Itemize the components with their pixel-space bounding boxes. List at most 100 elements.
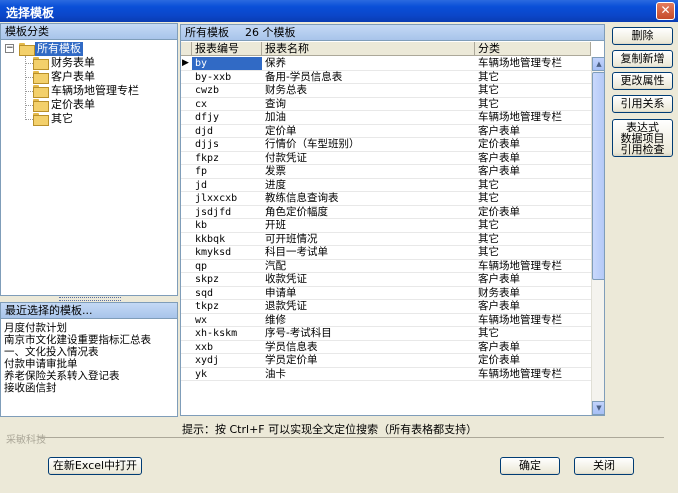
cell-category[interactable]: 客户表单: [475, 125, 591, 138]
cell-name[interactable]: 进度: [262, 179, 475, 192]
cell-category[interactable]: 车辆场地管理专栏: [475, 260, 591, 273]
expression-reference-check-button[interactable]: 表达式 数据项目 引用检查: [612, 119, 673, 157]
table-row[interactable]: djjs 行情价（车型班别） 定价表单: [181, 138, 591, 152]
cell-category[interactable]: 其它: [475, 98, 591, 111]
column-header-code[interactable]: 报表编号: [192, 42, 262, 56]
cell-category[interactable]: 其它: [475, 327, 591, 340]
cell-code[interactable]: tkpz: [192, 300, 262, 313]
cell-name[interactable]: 申请单: [262, 287, 475, 300]
cell-code[interactable]: dfjy: [192, 111, 262, 124]
table-row[interactable]: dfjy 加油 车辆场地管理专栏: [181, 111, 591, 125]
cell-category[interactable]: 其它: [475, 179, 591, 192]
cell-category[interactable]: 客户表单: [475, 273, 591, 286]
cell-name[interactable]: 油卡: [262, 368, 475, 381]
table-row[interactable]: cx 查询 其它: [181, 98, 591, 111]
tree-item-category[interactable]: 定价表单: [1, 98, 177, 112]
table-row[interactable]: qp 汽配 车辆场地管理专栏: [181, 260, 591, 273]
cell-code[interactable]: djd: [192, 125, 262, 138]
tree-item-category[interactable]: 车辆场地管理专栏: [1, 84, 177, 98]
cell-code[interactable]: qp: [192, 260, 262, 273]
scroll-up-icon[interactable]: ▲: [592, 57, 604, 71]
cell-name[interactable]: 教练信息查询表: [262, 192, 475, 205]
table-row[interactable]: kmyksd 科目一考试单 其它: [181, 246, 591, 260]
table-row[interactable]: fkpz 付款凭证 客户表单: [181, 152, 591, 165]
cell-code[interactable]: kmyksd: [192, 246, 262, 259]
cell-name[interactable]: 加油: [262, 111, 475, 124]
reference-relation-button[interactable]: 引用关系: [612, 95, 673, 113]
open-in-excel-button[interactable]: 在新Excel中打开: [48, 457, 142, 475]
tree-item-category[interactable]: 其它: [1, 112, 177, 126]
cell-name[interactable]: 学员信息表: [262, 341, 475, 354]
cell-name[interactable]: 付款凭证: [262, 152, 475, 165]
cell-category[interactable]: 车辆场地管理专栏: [475, 57, 591, 70]
cell-name[interactable]: 开班: [262, 219, 475, 232]
change-properties-button[interactable]: 更改属性: [612, 72, 673, 90]
column-header-name[interactable]: 报表名称: [262, 42, 475, 56]
close-button[interactable]: 关闭: [574, 457, 634, 475]
cell-code[interactable]: cwzb: [192, 84, 262, 97]
cell-code[interactable]: by-xxb: [192, 71, 262, 84]
cell-name[interactable]: 可开班情况: [262, 233, 475, 246]
ok-button[interactable]: 确定: [500, 457, 560, 475]
cell-category[interactable]: 其它: [475, 233, 591, 246]
cell-category[interactable]: 定价表单: [475, 354, 591, 367]
cell-code[interactable]: jlxxcxb: [192, 192, 262, 205]
cell-name[interactable]: 备用-学员信息表: [262, 71, 475, 84]
cell-name[interactable]: 科目一考试单: [262, 246, 475, 259]
cell-code[interactable]: xydj: [192, 354, 262, 367]
table-row[interactable]: tkpz 退款凭证 客户表单: [181, 300, 591, 314]
cell-code[interactable]: xh-kskm: [192, 327, 262, 340]
cell-category[interactable]: 车辆场地管理专栏: [475, 314, 591, 327]
cell-category[interactable]: 车辆场地管理专栏: [475, 368, 591, 381]
delete-button[interactable]: 删除: [612, 27, 673, 45]
cell-name[interactable]: 定价单: [262, 125, 475, 138]
column-header-category[interactable]: 分类: [475, 42, 591, 56]
cell-code[interactable]: sqd: [192, 287, 262, 300]
cell-category[interactable]: 车辆场地管理专栏: [475, 111, 591, 124]
cell-code[interactable]: djjs: [192, 138, 262, 151]
recent-template-item[interactable]: 接收函信封: [1, 382, 177, 394]
cell-name[interactable]: 汽配: [262, 260, 475, 273]
cell-code[interactable]: fp: [192, 165, 262, 178]
cell-code[interactable]: kb: [192, 219, 262, 232]
cell-code[interactable]: cx: [192, 98, 262, 111]
table-row[interactable]: wx 维修 车辆场地管理专栏: [181, 314, 591, 327]
table-row[interactable]: by-xxb 备用-学员信息表 其它: [181, 71, 591, 84]
table-row[interactable]: jlxxcxb 教练信息查询表 其它: [181, 192, 591, 206]
cell-name[interactable]: 发票: [262, 165, 475, 178]
cell-code[interactable]: xxb: [192, 341, 262, 354]
cell-code[interactable]: fkpz: [192, 152, 262, 165]
cell-category[interactable]: 财务表单: [475, 287, 591, 300]
cell-category[interactable]: 定价表单: [475, 138, 591, 151]
vertical-scrollbar[interactable]: ▲ ▼: [591, 57, 604, 415]
cell-code[interactable]: by: [192, 57, 262, 70]
table-row[interactable]: xxb 学员信息表 客户表单: [181, 341, 591, 354]
tree-item-category[interactable]: 客户表单: [1, 70, 177, 84]
cell-name[interactable]: 序号-考试科目: [262, 327, 475, 340]
cell-category[interactable]: 客户表单: [475, 300, 591, 313]
recent-template-item[interactable]: 月度付款计划: [1, 322, 177, 334]
cell-category[interactable]: 客户表单: [475, 165, 591, 178]
scroll-down-icon[interactable]: ▼: [592, 401, 604, 415]
recent-template-item[interactable]: 南京市文化建设重要指标汇总表: [1, 334, 177, 346]
table-row[interactable]: djd 定价单 客户表单: [181, 125, 591, 138]
cell-name[interactable]: 保养: [262, 57, 475, 70]
table-row[interactable]: kkbqk 可开班情况 其它: [181, 233, 591, 246]
cell-code[interactable]: yk: [192, 368, 262, 381]
table-row[interactable]: yk 油卡 车辆场地管理专栏: [181, 368, 591, 381]
tree-item-category[interactable]: 财务表单: [1, 56, 177, 70]
cell-name[interactable]: 收款凭证: [262, 273, 475, 286]
table-row[interactable]: jsdjfd 角色定价幅度 定价表单: [181, 206, 591, 219]
cell-category[interactable]: 其它: [475, 192, 591, 205]
cell-category[interactable]: 其它: [475, 71, 591, 84]
cell-category[interactable]: 其它: [475, 84, 591, 97]
recent-template-item[interactable]: 养老保险关系转入登记表: [1, 370, 177, 382]
cell-code[interactable]: kkbqk: [192, 233, 262, 246]
splitter-grip[interactable]: [59, 297, 121, 301]
cell-category[interactable]: 其它: [475, 219, 591, 232]
scroll-thumb[interactable]: [592, 72, 604, 280]
cell-name[interactable]: 维修: [262, 314, 475, 327]
cell-name[interactable]: 退款凭证: [262, 300, 475, 313]
cell-category[interactable]: 客户表单: [475, 152, 591, 165]
cell-name[interactable]: 角色定价幅度: [262, 206, 475, 219]
